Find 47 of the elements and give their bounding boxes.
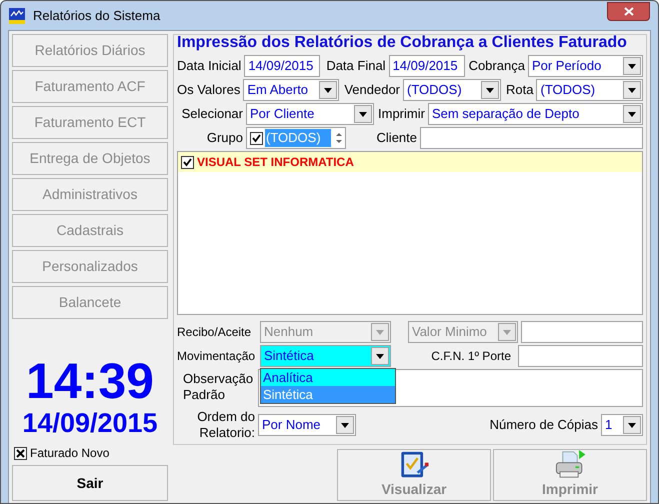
text-field[interactable]: 14/09/2015 bbox=[244, 55, 320, 77]
clock-time: 14:39 bbox=[25, 356, 155, 406]
dropdown-field[interactable]: Sem separação de Depto bbox=[428, 103, 643, 125]
dropdown-option[interactable]: Analítica bbox=[261, 369, 395, 386]
dropdown-field[interactable]: (TODOS) bbox=[536, 79, 643, 101]
field-label: Imprimir bbox=[378, 105, 425, 124]
checkbox[interactable] bbox=[14, 446, 27, 460]
dropdown-field[interactable]: 1 bbox=[601, 414, 643, 436]
field-label: Grupo bbox=[206, 129, 243, 148]
form-title: Impressão dos Relatórios de Cobrança a Clientes Faturado bbox=[177, 33, 628, 53]
dropdown-field[interactable]: (TODOS) bbox=[403, 79, 502, 101]
dropdown-field[interactable]: Sintética bbox=[260, 345, 391, 367]
field-label: Cliente bbox=[376, 129, 417, 148]
field-label: Data Inicial bbox=[177, 57, 242, 76]
field-label: Rota bbox=[506, 81, 534, 100]
close-button[interactable] bbox=[607, 2, 650, 21]
text-field[interactable]: 14/09/2015 bbox=[388, 55, 465, 77]
checkbox-label: Faturado Novo bbox=[30, 445, 110, 462]
field-label: Os Valores bbox=[177, 81, 240, 100]
client-field[interactable] bbox=[420, 127, 643, 149]
field-label: Movimentação bbox=[177, 348, 256, 365]
dropdown-field[interactable]: Em Aberto bbox=[243, 79, 340, 101]
field-label: C.F.N. 1º Porte bbox=[430, 348, 512, 365]
dropdown-list[interactable]: Analítica Sintética bbox=[260, 368, 396, 404]
close-icon bbox=[624, 7, 634, 16]
app-logo-icon bbox=[9, 8, 25, 24]
field-label: Vendedor bbox=[344, 81, 400, 100]
dropdown-field[interactable]: Por Nome bbox=[258, 414, 356, 436]
min-value-field[interactable] bbox=[521, 321, 643, 343]
field-label: Observação Padrão bbox=[182, 370, 254, 403]
window-title: Relatórios do Sistema bbox=[33, 6, 162, 25]
checkbox[interactable] bbox=[181, 156, 194, 168]
field-label: Recibo/Aceite bbox=[177, 324, 252, 341]
dropdown-field[interactable]: Por Período bbox=[528, 55, 643, 77]
group-spin-field[interactable]: (TODOS) bbox=[246, 127, 346, 149]
field-label: Número de Cópias bbox=[490, 416, 598, 434]
field-label: Ordem do Relatorio: bbox=[196, 409, 255, 441]
field-label: Data Final bbox=[326, 57, 386, 76]
exit-button[interactable]: Sair bbox=[12, 465, 168, 501]
field-label: Cobrança bbox=[468, 57, 525, 76]
clock-date: 14/09/2015 bbox=[21, 409, 159, 437]
field-label: Selecionar bbox=[180, 105, 243, 124]
checkbox[interactable] bbox=[250, 132, 263, 144]
cfn-field[interactable] bbox=[518, 345, 643, 367]
client-list[interactable]: VISUAL SET INFORMATICA bbox=[177, 151, 643, 315]
dropdown-field[interactable]: Por Cliente bbox=[246, 103, 374, 125]
dropdown-option[interactable]: Sintética bbox=[261, 386, 395, 403]
